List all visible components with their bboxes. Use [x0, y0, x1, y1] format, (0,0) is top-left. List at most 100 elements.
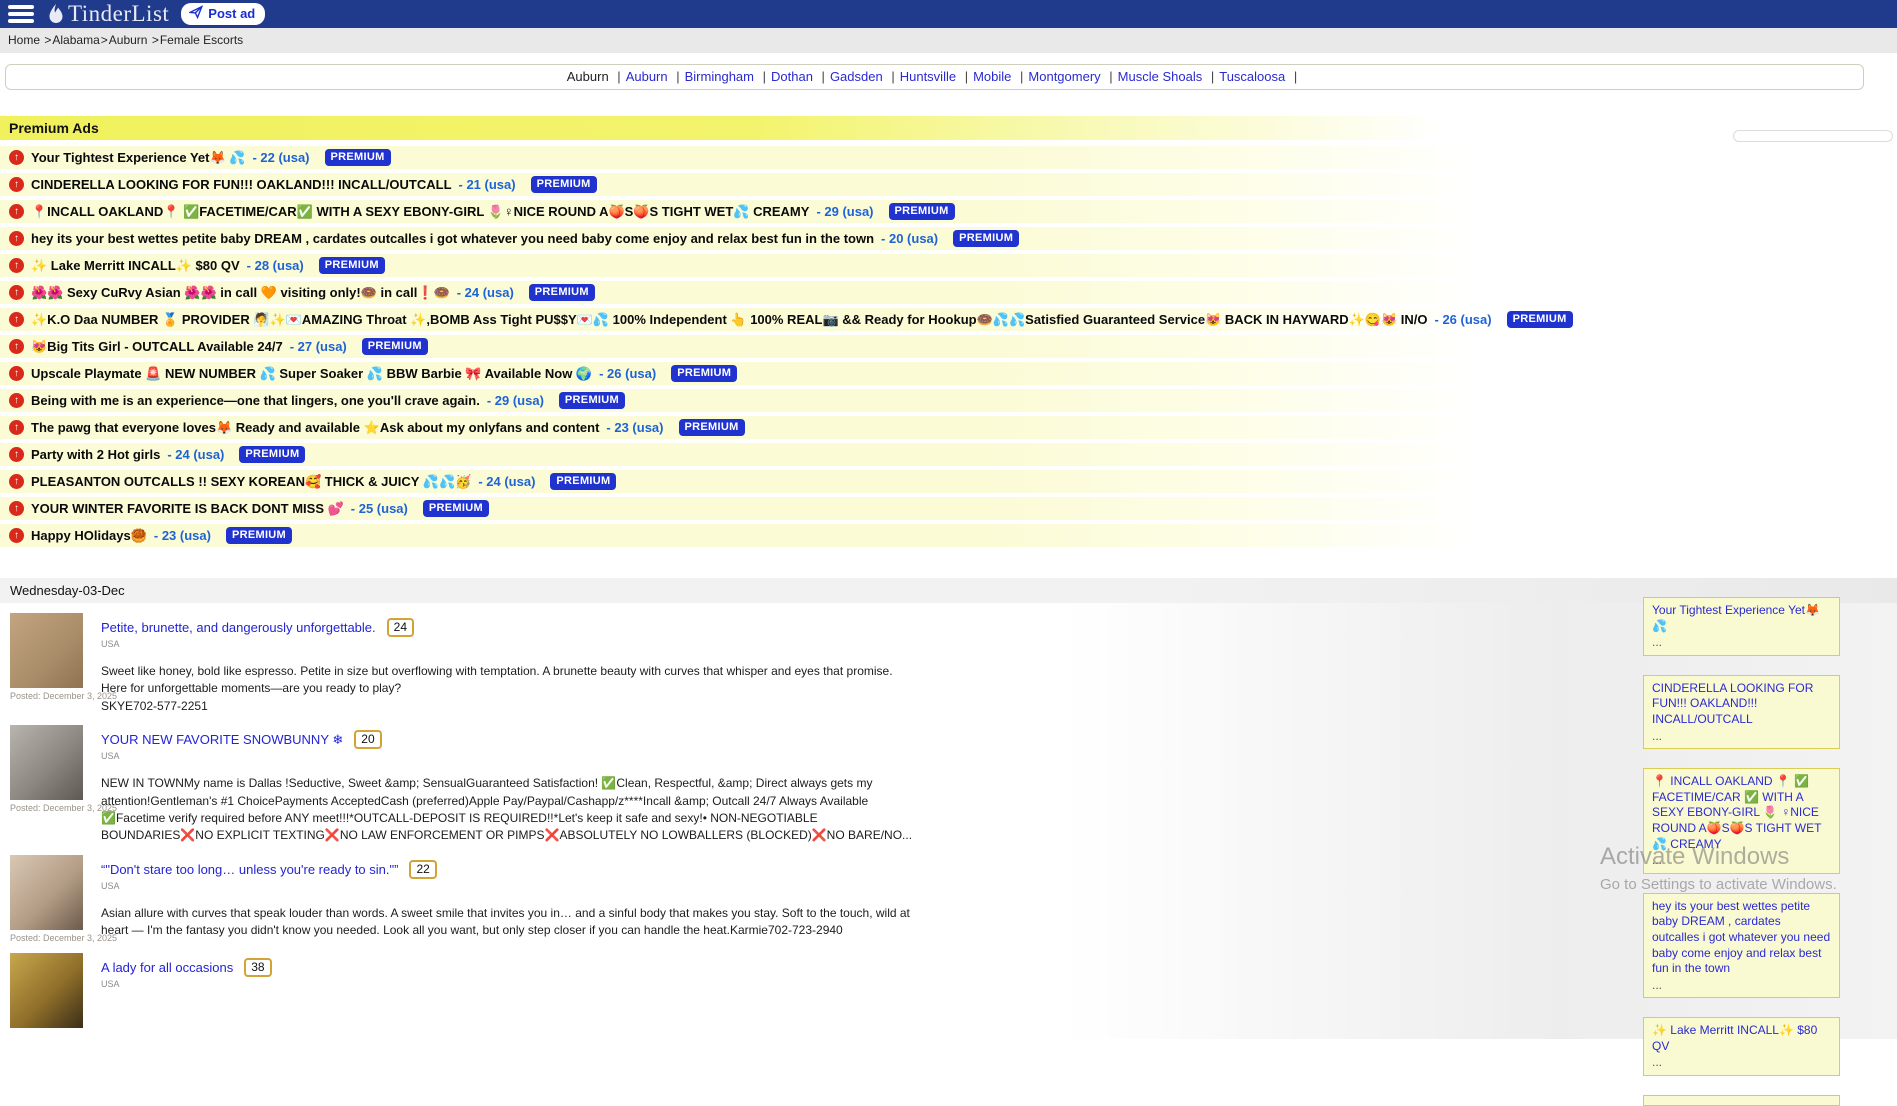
breadcrumb-category: Female Escorts — [160, 33, 243, 47]
premium-ad-row[interactable]: ↑ Your Tightest Experience Yet🦊 💦 - 22 (… — [0, 146, 1897, 169]
bump-up-icon: ↑ — [9, 393, 24, 408]
posted-date: Posted: December 3, 2025 — [10, 803, 84, 813]
premium-ad-title[interactable]: hey its your best wettes petite baby DRE… — [31, 231, 874, 246]
city-link-montgomery[interactable]: Montgomery — [1028, 69, 1100, 84]
premium-ad-title[interactable]: The pawg that everyone loves🦊 Ready and … — [31, 420, 599, 436]
listing-thumbnail[interactable] — [10, 855, 83, 930]
bump-up-icon: ↑ — [9, 285, 24, 300]
pipe-separator: | — [1109, 69, 1112, 84]
pipe-separator: | — [822, 69, 825, 84]
premium-ad-row[interactable]: ↑ 📍INCALL OAKLAND📍 ✅FACETIME/CAR✅ WITH A… — [0, 200, 1897, 223]
premium-ad-row[interactable]: ↑ The pawg that everyone loves🦊 Ready an… — [0, 416, 1897, 439]
premium-ad-title[interactable]: 😻Big Tits Girl - OUTCALL Available 24/7 — [31, 339, 283, 355]
premium-ad-row[interactable]: ↑ YOUR WINTER FAVORITE IS BACK DONT MISS… — [0, 497, 1897, 520]
city-link-gadsden[interactable]: Gadsden — [830, 69, 883, 84]
premium-ad-age: - 23 (usa) — [606, 420, 663, 435]
breadcrumb-separator: > — [152, 33, 159, 47]
sidebar-ad-box[interactable]: Your Tightest Experience Yet🦊 💦 ... — [1643, 597, 1840, 656]
premium-badge: PREMIUM — [531, 176, 597, 193]
sidebar-ad-box[interactable]: CINDERELLA LOOKING FOR FUN!!! OAKLAND!!!… — [1643, 675, 1840, 749]
premium-ad-row[interactable]: ↑ ✨K.O Daa NUMBER 🏅 PROVIDER 🧖✨💌AMAZING … — [0, 308, 1897, 331]
premium-ad-row[interactable]: ↑ 😻Big Tits Girl - OUTCALL Available 24/… — [0, 335, 1897, 358]
premium-ad-title[interactable]: CINDERELLA LOOKING FOR FUN!!! OAKLAND!!!… — [31, 177, 452, 192]
premium-ad-row[interactable]: ↑ CINDERELLA LOOKING FOR FUN!!! OAKLAND!… — [0, 173, 1897, 196]
premium-ad-row[interactable]: ↑ Upscale Playmate 🚨 NEW NUMBER 💦 Super … — [0, 362, 1897, 385]
premium-ad-age: - 28 (usa) — [247, 258, 304, 273]
city-link-huntsville[interactable]: Huntsville — [900, 69, 956, 84]
premium-ad-row[interactable]: ↑ Being with me is an experience—one tha… — [0, 389, 1897, 412]
bump-up-icon: ↑ — [9, 258, 24, 273]
premium-ad-title[interactable]: 📍INCALL OAKLAND📍 ✅FACETIME/CAR✅ WITH A S… — [31, 204, 809, 220]
age-badge: 22 — [409, 860, 436, 879]
listing-title-link[interactable]: “"Don't stare too long… unless you're re… — [101, 862, 398, 877]
bump-up-icon: ↑ — [9, 150, 24, 165]
menu-icon[interactable] — [8, 5, 34, 23]
date-header: Wednesday-03-Dec — [0, 578, 1897, 603]
premium-sidebar: Your Tightest Experience Yet🦊 💦 ... CIND… — [1643, 597, 1840, 1106]
bump-up-icon: ↑ — [9, 528, 24, 543]
paper-plane-icon — [189, 5, 203, 22]
city-link-mobile[interactable]: Mobile — [973, 69, 1011, 84]
top-navigation-bar: TinderList Post ad — [0, 0, 1897, 28]
listing-thumbnail[interactable] — [10, 725, 83, 800]
city-links-box: Auburn |Auburn |Birmingham |Dothan |Gads… — [5, 64, 1864, 90]
pipe-separator: | — [617, 69, 620, 84]
listing-thumbnail[interactable] — [10, 613, 83, 688]
premium-ad-row[interactable]: ↑ Happy HOlidays🥮 - 23 (usa) PREMIUM — [0, 524, 1897, 547]
breadcrumb: Home >Alabama>Auburn >Female Escorts — [0, 28, 1897, 53]
site-logo[interactable]: TinderList — [46, 1, 169, 27]
premium-badge: PREMIUM — [679, 419, 745, 436]
premium-ads-section: Premium Ads ↑ Your Tightest Experience Y… — [0, 116, 1897, 547]
listing-title-link[interactable]: YOUR NEW FAVORITE SNOWBUNNY ❄ — [101, 732, 343, 748]
breadcrumb-home[interactable]: Home — [8, 33, 40, 47]
premium-ad-title[interactable]: Upscale Playmate 🚨 NEW NUMBER 💦 Super So… — [31, 366, 592, 382]
premium-ad-row[interactable]: ↑ Party with 2 Hot girls - 24 (usa) PREM… — [0, 443, 1897, 466]
sidebar-ad-title: Your Tightest Experience Yet🦊 💦 — [1652, 603, 1831, 634]
premium-badge: PREMIUM — [226, 527, 292, 544]
post-ad-label: Post ad — [208, 6, 255, 21]
bump-up-icon: ↑ — [9, 447, 24, 462]
sidebar-ad-more: ... — [1652, 635, 1831, 651]
sidebar-ad-more: ... — [1652, 853, 1831, 869]
bump-up-icon: ↑ — [9, 231, 24, 246]
premium-ads-heading: Premium Ads — [0, 116, 1897, 140]
premium-ad-title[interactable]: 🌺🌺 Sexy CuRvy Asian 🌺🌺 in call 🧡 visitin… — [31, 285, 450, 301]
city-link-tuscaloosa[interactable]: Tuscaloosa — [1219, 69, 1285, 84]
city-link-dothan[interactable]: Dothan — [771, 69, 813, 84]
post-ad-button[interactable]: Post ad — [181, 3, 265, 25]
sidebar-ad-box[interactable] — [1643, 1095, 1840, 1106]
bump-up-icon: ↑ — [9, 204, 24, 219]
city-link-birmingham[interactable]: Birmingham — [685, 69, 754, 84]
sidebar-ad-title: hey its your best wettes petite baby DRE… — [1652, 899, 1831, 977]
breadcrumb-city[interactable]: Auburn — [109, 33, 148, 47]
sidebar-ad-more: ... — [1652, 729, 1831, 745]
premium-ad-title[interactable]: Party with 2 Hot girls — [31, 447, 160, 462]
premium-ad-row[interactable]: ↑ 🌺🌺 Sexy CuRvy Asian 🌺🌺 in call 🧡 visit… — [0, 281, 1897, 304]
age-badge: 20 — [354, 730, 381, 749]
bump-up-icon: ↑ — [9, 366, 24, 381]
premium-ad-title[interactable]: Being with me is an experience—one that … — [31, 393, 480, 408]
sidebar-ad-box[interactable]: 📍 INCALL OAKLAND 📍 ✅ FACETIME/CAR ✅ WITH… — [1643, 768, 1840, 874]
sidebar-ad-box[interactable]: ✨ Lake Merritt INCALL✨ $80 QV ... — [1643, 1017, 1840, 1076]
premium-ad-row[interactable]: ↑ PLEASANTON OUTCALLS !! SEXY KOREAN🥰 TH… — [0, 470, 1897, 493]
premium-ad-title[interactable]: ✨ Lake Merritt INCALL✨ $80 QV — [31, 258, 240, 274]
city-link-auburn[interactable]: Auburn — [626, 69, 668, 84]
premium-ad-title[interactable]: ✨K.O Daa NUMBER 🏅 PROVIDER 🧖✨💌AMAZING Th… — [31, 312, 1428, 328]
pipe-separator: | — [965, 69, 968, 84]
premium-ad-title[interactable]: Happy HOlidays🥮 — [31, 528, 147, 544]
listing-title-link[interactable]: Petite, brunette, and dangerously unforg… — [101, 620, 376, 635]
city-link-muscle-shoals[interactable]: Muscle Shoals — [1118, 69, 1203, 84]
premium-ad-title[interactable]: PLEASANTON OUTCALLS !! SEXY KOREAN🥰 THIC… — [31, 474, 471, 490]
premium-ad-row[interactable]: ↑ ✨ Lake Merritt INCALL✨ $80 QV - 28 (us… — [0, 254, 1897, 277]
premium-ad-title[interactable]: Your Tightest Experience Yet🦊 💦 — [31, 150, 245, 166]
listing-country: USA — [101, 639, 916, 649]
premium-ad-title[interactable]: YOUR WINTER FAVORITE IS BACK DONT MISS 💕 — [31, 501, 344, 517]
listing-title-link[interactable]: A lady for all occasions — [101, 960, 233, 975]
premium-ad-age: - 26 (usa) — [599, 366, 656, 381]
breadcrumb-state[interactable]: Alabama — [52, 33, 99, 47]
premium-badge: PREMIUM — [325, 149, 391, 166]
premium-badge: PREMIUM — [362, 338, 428, 355]
listing-thumbnail[interactable] — [10, 953, 83, 1028]
sidebar-ad-box[interactable]: hey its your best wettes petite baby DRE… — [1643, 893, 1840, 999]
premium-ad-row[interactable]: ↑ hey its your best wettes petite baby D… — [0, 227, 1897, 250]
